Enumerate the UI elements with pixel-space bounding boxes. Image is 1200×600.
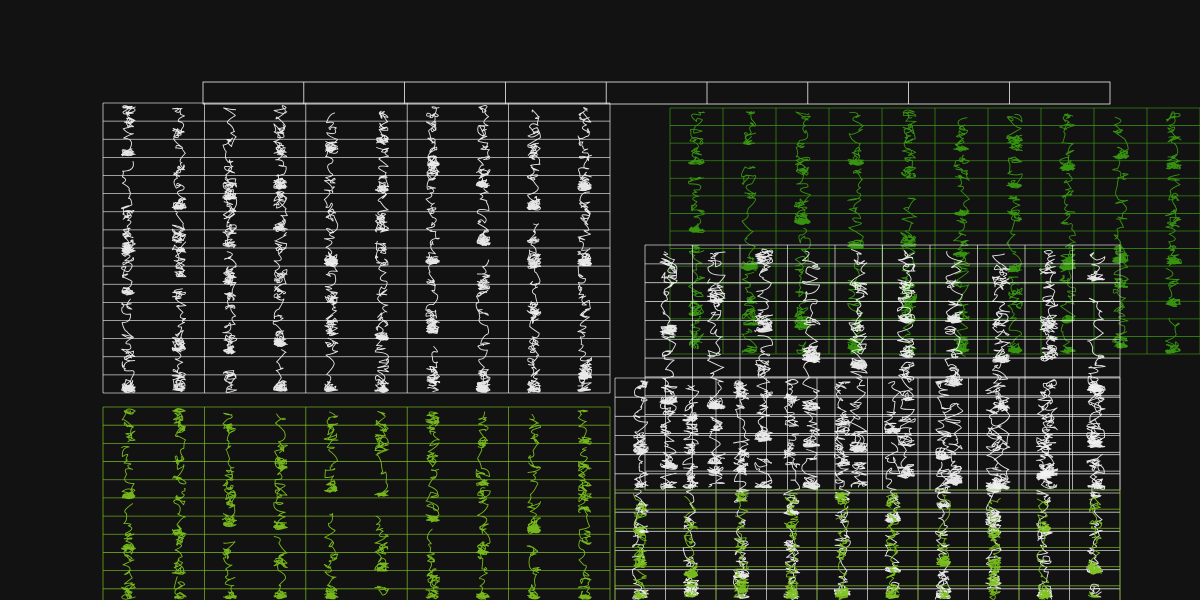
generative-grid-canvas xyxy=(0,0,1200,600)
